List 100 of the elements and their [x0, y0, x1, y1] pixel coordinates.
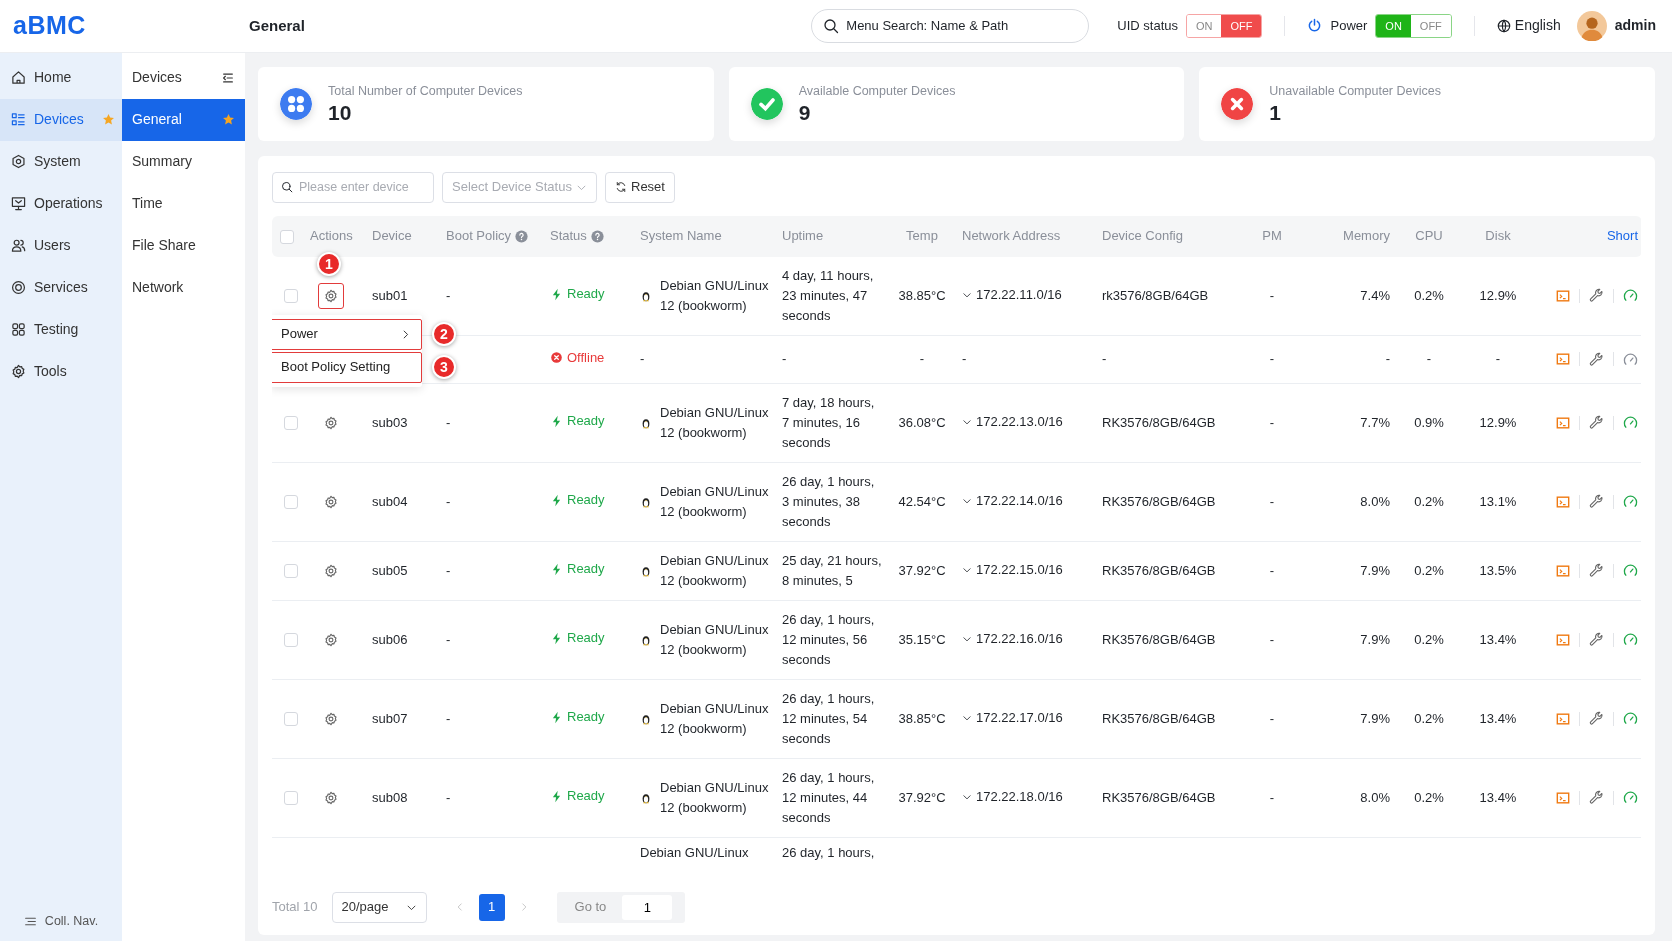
- settings-button[interactable]: [318, 282, 344, 309]
- stat-value: 10: [328, 100, 353, 126]
- network-address: 172.22.18.0/16: [976, 788, 1063, 807]
- checkbox[interactable]: [284, 495, 298, 510]
- system-name: Debian GNU/Linux 12 (bookworm): [660, 778, 770, 817]
- table-cell: -: [1426, 351, 1432, 367]
- uid-status-toggle[interactable]: ON OFF: [1186, 13, 1263, 39]
- goto-label: Go to: [574, 898, 607, 917]
- gauge-icon[interactable]: [1623, 711, 1638, 727]
- star-icon: [102, 113, 115, 127]
- checkbox[interactable]: [284, 289, 298, 304]
- wrench-icon[interactable]: [1589, 711, 1604, 727]
- page-size-select[interactable]: 20/page: [331, 891, 427, 923]
- gauge-icon[interactable]: [1623, 632, 1638, 648]
- table-cell: -: [446, 493, 451, 509]
- column-header: Network Address: [962, 227, 1061, 246]
- hexagon-icon: [11, 154, 26, 170]
- table-cell: RK3576/8GB/64GB: [1102, 562, 1216, 578]
- checkbox[interactable]: [284, 791, 298, 806]
- gear-icon: [324, 790, 338, 805]
- nav-item[interactable]: Operations: [0, 182, 122, 225]
- wrench-icon[interactable]: [1589, 415, 1604, 431]
- gauge-icon[interactable]: [1623, 415, 1638, 431]
- reset-button[interactable]: Reset: [605, 171, 675, 203]
- gauge-icon[interactable]: [1623, 351, 1638, 367]
- wrench-icon[interactable]: [1589, 563, 1604, 579]
- checkbox[interactable]: [284, 564, 298, 579]
- table-cell: 7.9%: [1360, 710, 1390, 726]
- table-cell: 37.92°C: [898, 562, 946, 578]
- column-header: Device Config: [1102, 227, 1183, 246]
- wrench-icon[interactable]: [1589, 288, 1604, 304]
- gauge-icon[interactable]: [1623, 563, 1638, 579]
- collapse-nav-button[interactable]: Coll. Nav.: [0, 901, 122, 941]
- gauge-icon[interactable]: [1623, 288, 1638, 304]
- terminal-icon[interactable]: [1556, 415, 1570, 430]
- page-button[interactable]: 1: [478, 893, 505, 921]
- uptime-text: 26 day, 1 hours, 12 minutes, 56 seconds: [782, 611, 875, 667]
- gauge-icon[interactable]: [1623, 494, 1638, 510]
- short-link[interactable]: Short: [1606, 228, 1638, 244]
- table-cell: -: [446, 710, 451, 726]
- terminal-icon[interactable]: [1556, 632, 1570, 647]
- nav-item[interactable]: Services: [0, 266, 122, 309]
- submenu-item[interactable]: Summary: [122, 140, 245, 183]
- uid-status-label: UID status: [1117, 17, 1178, 36]
- checkbox[interactable]: [284, 712, 298, 727]
- wrench-icon[interactable]: [1589, 351, 1604, 367]
- status-text: Ready: [567, 629, 605, 648]
- table-cell: -: [1269, 493, 1275, 509]
- table-cell: 0.2%: [1414, 631, 1444, 647]
- terminal-icon[interactable]: [1556, 288, 1570, 303]
- table-cell: -: [1269, 789, 1275, 805]
- table-cell: 0.2%: [1414, 287, 1444, 303]
- nav-item[interactable]: Home: [0, 56, 122, 99]
- gauge-icon[interactable]: [1623, 790, 1638, 806]
- column-header: Actions: [310, 227, 353, 246]
- page-input[interactable]: 1: [622, 894, 673, 920]
- nav-item[interactable]: Users: [0, 224, 122, 267]
- table-cell: -: [1102, 351, 1107, 367]
- table-cell: 7.9%: [1360, 631, 1390, 647]
- submenu-item[interactable]: General: [122, 98, 245, 141]
- menu-item[interactable]: Power: [272, 318, 422, 350]
- language-selector[interactable]: English: [1514, 15, 1561, 37]
- network-address: 172.22.13.0/16: [976, 413, 1063, 432]
- wrench-icon[interactable]: [1589, 790, 1604, 806]
- terminal-icon[interactable]: [1556, 790, 1570, 805]
- table-cell: 42.54°C: [898, 493, 946, 509]
- nav-item[interactable]: Tools: [0, 350, 122, 393]
- stat-label: Total Number of Computer Devices: [328, 82, 523, 100]
- user-name[interactable]: admin: [1614, 15, 1656, 37]
- wrench-icon[interactable]: [1589, 494, 1604, 510]
- table-cell: 12.9%: [1479, 287, 1517, 303]
- terminal-icon[interactable]: [1556, 494, 1570, 509]
- checkbox[interactable]: [284, 633, 298, 648]
- search-field[interactable]: Menu Search: Name & Path: [811, 8, 1090, 43]
- wrench-icon[interactable]: [1589, 632, 1604, 648]
- menu-item[interactable]: Boot Policy Setting: [272, 351, 422, 383]
- submenu-item[interactable]: File Share: [122, 224, 245, 267]
- terminal-icon[interactable]: [1556, 563, 1570, 578]
- list-icon: [11, 112, 26, 128]
- submenu-item[interactable]: Network: [122, 266, 245, 309]
- table-cell: -: [1269, 351, 1275, 367]
- terminal-icon[interactable]: [1556, 711, 1570, 726]
- gear-icon: [324, 415, 338, 430]
- nav-item[interactable]: System: [0, 140, 122, 183]
- nav-item[interactable]: Testing: [0, 308, 122, 351]
- table-cell: -: [446, 414, 451, 430]
- stat-value: 1: [1269, 100, 1283, 126]
- submenu-item[interactable]: Time: [122, 182, 245, 225]
- table-cell: 13.1%: [1479, 493, 1517, 509]
- table-cell: -: [919, 351, 925, 367]
- checkbox[interactable]: [280, 229, 294, 244]
- table-cell: 0.2%: [1414, 493, 1444, 509]
- monitor-icon: [11, 196, 26, 212]
- checkbox[interactable]: [284, 416, 298, 431]
- terminal-icon[interactable]: [1556, 352, 1570, 367]
- table-cell: 0.9%: [1414, 414, 1444, 430]
- column-header: System Name: [640, 227, 722, 246]
- power-toggle[interactable]: ON OFF: [1375, 13, 1452, 39]
- device-search-field[interactable]: Please enter device: [272, 171, 434, 203]
- nav-item[interactable]: Devices: [0, 98, 122, 141]
